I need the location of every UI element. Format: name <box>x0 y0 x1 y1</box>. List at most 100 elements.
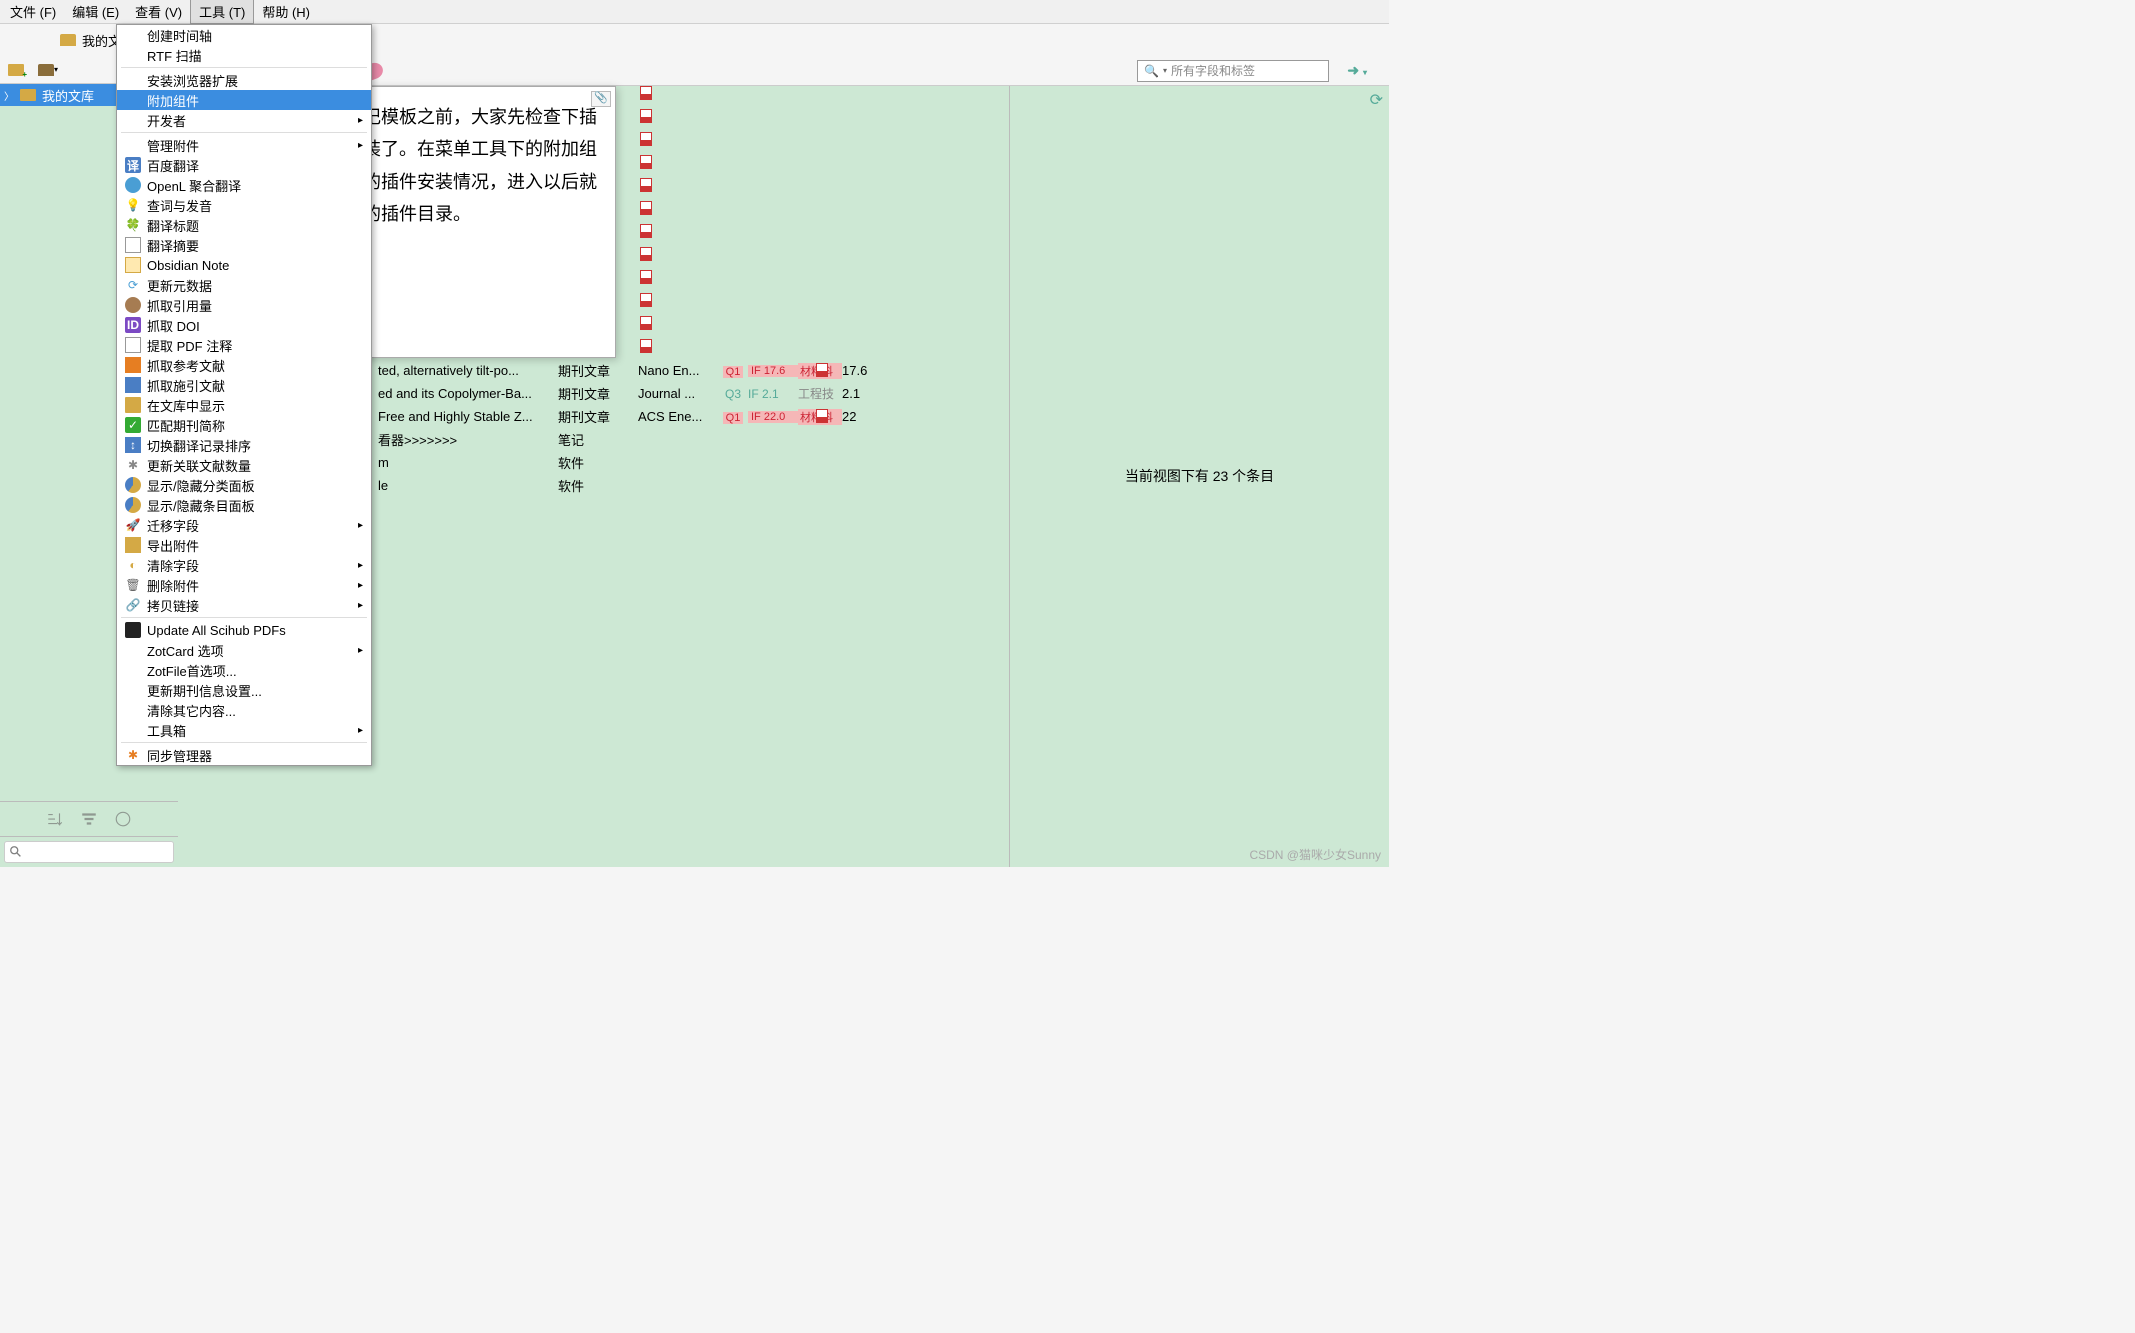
pdf-icon[interactable] <box>640 270 652 284</box>
menu-update-related-count[interactable]: ✱更新关联文献数量 <box>117 455 371 475</box>
search-placeholder: 所有字段和标签 <box>1171 62 1255 79</box>
search-dropdown-icon[interactable]: ▾ <box>1163 66 1167 75</box>
menu-tools[interactable]: 工具 (T) <box>190 0 254 24</box>
menu-update-metadata[interactable]: ⟳更新元数据 <box>117 275 371 295</box>
pdf-icon[interactable] <box>816 363 828 377</box>
rocket-icon: 🚀 <box>125 517 141 533</box>
item-quartile: Q1 <box>718 409 748 424</box>
item-subject: 工程技 <box>798 385 842 402</box>
menu-help[interactable]: 帮助 (H) <box>254 0 318 23</box>
pdf-icon[interactable] <box>640 293 652 307</box>
attachment-icon[interactable]: 📎 <box>591 91 611 107</box>
item-title: le <box>378 478 558 493</box>
tree-label: 我的文库 <box>42 86 94 105</box>
item-pane: ⟳ 当前视图下有 23 个条目 <box>1009 84 1389 867</box>
menu-fetch-references[interactable]: 抓取参考文献 <box>117 355 371 375</box>
menu-baidu-translate[interactable]: 译百度翻译 <box>117 155 371 175</box>
menu-toggle-item-panel[interactable]: 显示/隐藏条目面板 <box>117 495 371 515</box>
menu-lookup-pronounce[interactable]: 💡查词与发音 <box>117 195 371 215</box>
menu-zotcard-options[interactable]: ZotCard 选项▸ <box>117 640 371 660</box>
menu-manage-attachments[interactable]: 管理附件▸ <box>117 135 371 155</box>
item-row[interactable]: ed and its Copolymer-Ba... 期刊文章 Journal … <box>378 382 1009 405</box>
menu-clear-other-content[interactable]: 清除其它内容... <box>117 700 371 720</box>
new-collection-button[interactable] <box>4 60 28 80</box>
item-title: ed and its Copolymer-Ba... <box>378 386 558 401</box>
pdf-icon[interactable] <box>640 339 652 353</box>
menu-show-in-library[interactable]: 在文库中显示 <box>117 395 371 415</box>
search-icon: 🔍 <box>1144 64 1159 78</box>
menu-rtf-scan[interactable]: RTF 扫描 <box>117 45 371 65</box>
tag-search-input[interactable] <box>4 841 174 863</box>
pdf-icon[interactable] <box>640 86 652 100</box>
menubar: 文件 (F) 编辑 (E) 查看 (V) 工具 (T) 帮助 (H) <box>0 0 1389 24</box>
menu-create-timeline[interactable]: 创建时间轴 <box>117 25 371 45</box>
menu-update-journal-info[interactable]: 更新期刊信息设置... <box>117 680 371 700</box>
menu-obsidian-note[interactable]: Obsidian Note <box>117 255 371 275</box>
pdf-icon[interactable] <box>640 224 652 238</box>
menu-addons[interactable]: 附加组件 <box>117 90 371 110</box>
menu-view[interactable]: 查看 (V) <box>127 0 190 23</box>
pdf-icon[interactable] <box>640 247 652 261</box>
item-if: IF 2.1 <box>748 387 798 401</box>
pdf-icon[interactable] <box>640 155 652 169</box>
filter-icon[interactable] <box>80 810 98 828</box>
item-row[interactable]: m 软件 <box>378 451 1009 474</box>
item-journal: ACS Ene... <box>638 409 718 424</box>
locate-button[interactable]: ➜ ▾ <box>1347 62 1367 79</box>
document-icon <box>125 237 141 253</box>
menu-toggle-category-panel[interactable]: 显示/隐藏分类面板 <box>117 475 371 495</box>
menu-translate-abstract[interactable]: 翻译摘要 <box>117 235 371 255</box>
menu-export-attachments[interactable]: 导出附件 <box>117 535 371 555</box>
menu-fetch-citing[interactable]: 抓取施引文献 <box>117 375 371 395</box>
pdf-icon[interactable] <box>640 109 652 123</box>
tools-dropdown: 创建时间轴 RTF 扫描 安装浏览器扩展 附加组件 开发者▸ 管理附件▸ 译百度… <box>116 24 372 766</box>
menu-fetch-citations[interactable]: 抓取引用量 <box>117 295 371 315</box>
tag-selector-toolbar <box>0 801 178 836</box>
menu-install-browser-ext[interactable]: 安装浏览器扩展 <box>117 70 371 90</box>
sort-az-icon[interactable] <box>46 810 64 828</box>
menu-file[interactable]: 文件 (F) <box>2 0 64 23</box>
item-row[interactable]: Free and Highly Stable Z... 期刊文章 ACS Ene… <box>378 405 1009 428</box>
menu-copy-link[interactable]: 🔗拷贝链接▸ <box>117 595 371 615</box>
search-box[interactable]: 🔍 ▾ 所有字段和标签 <box>1137 60 1329 82</box>
new-library-button[interactable]: ▾ <box>36 60 60 80</box>
menu-update-scihub-pdfs[interactable]: Update All Scihub PDFs <box>117 620 371 640</box>
item-title: ted, alternatively tilt-po... <box>378 363 558 378</box>
item-row[interactable]: 看器>>>>>>> 笔记 <box>378 428 1009 451</box>
menu-separator <box>121 617 367 618</box>
menu-extract-pdf-annotations[interactable]: 提取 PDF 注释 <box>117 335 371 355</box>
check-icon: ✓ <box>125 417 141 433</box>
item-row[interactable]: ted, alternatively tilt-po... 期刊文章 Nano … <box>378 359 1009 382</box>
refresh-icon[interactable]: ⟳ <box>1370 90 1383 110</box>
menu-clear-fields[interactable]: ◐清除字段▸ <box>117 555 371 575</box>
item-type: 期刊文章 <box>558 384 638 403</box>
menu-zotfile-prefs[interactable]: ZotFile首选项... <box>117 660 371 680</box>
menu-toggle-translate-sort[interactable]: ↕切换翻译记录排序 <box>117 435 371 455</box>
pdf-icon[interactable] <box>640 316 652 330</box>
tag-search <box>0 836 178 867</box>
menu-toolbox[interactable]: 工具箱▸ <box>117 720 371 740</box>
pdf-icon[interactable] <box>640 178 652 192</box>
tree-expand-icon[interactable]: 〉 <box>4 88 14 103</box>
menu-sync-manager[interactable]: ✱同步管理器 <box>117 745 371 765</box>
pdf-icon[interactable] <box>640 201 652 215</box>
pdf-icon[interactable] <box>640 132 652 146</box>
pdf-icon <box>125 337 141 353</box>
tag-options-icon[interactable] <box>114 810 132 828</box>
submenu-arrow-icon: ▸ <box>358 560 363 571</box>
menu-translate-title[interactable]: 🍀翻译标题 <box>117 215 371 235</box>
menu-edit[interactable]: 编辑 (E) <box>64 0 127 23</box>
export-icon <box>125 537 141 553</box>
menu-migrate-fields[interactable]: 🚀迁移字段▸ <box>117 515 371 535</box>
item-journal: Journal ... <box>638 386 718 401</box>
bulb-icon: 💡 <box>125 197 141 213</box>
pdf-icon[interactable] <box>816 409 828 423</box>
pie-icon <box>125 477 141 493</box>
menu-fetch-doi[interactable]: ID抓取 DOI <box>117 315 371 335</box>
menu-delete-attachments[interactable]: 🗑删除附件▸ <box>117 575 371 595</box>
menu-developer[interactable]: 开发者▸ <box>117 110 371 130</box>
menu-openl-translate[interactable]: OpenL 聚合翻译 <box>117 175 371 195</box>
menu-match-journal-abbrev[interactable]: ✓匹配期刊简称 <box>117 415 371 435</box>
trash-icon: 🗑 <box>125 577 141 593</box>
item-row[interactable]: le 软件 <box>378 474 1009 497</box>
